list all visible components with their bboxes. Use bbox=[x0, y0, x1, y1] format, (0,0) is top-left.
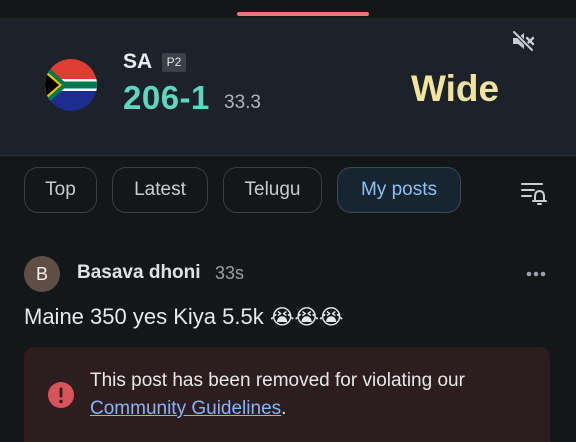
avatar[interactable]: B bbox=[24, 256, 60, 292]
warning-icon bbox=[47, 381, 75, 409]
tab-top[interactable]: Top bbox=[24, 167, 97, 213]
more-options-icon[interactable] bbox=[524, 266, 548, 277]
last-ball-event: Wide bbox=[411, 68, 500, 109]
tab-my-posts[interactable]: My posts bbox=[337, 167, 461, 213]
overs: 33.3 bbox=[224, 92, 261, 113]
community-guidelines-link[interactable]: Community Guidelines bbox=[90, 398, 281, 419]
post-timestamp: 33s bbox=[215, 263, 245, 283]
south-africa-flag-icon bbox=[45, 59, 97, 111]
phase-badge: P2 bbox=[162, 53, 186, 72]
team-code: SA bbox=[123, 50, 153, 73]
removed-period: . bbox=[281, 398, 287, 419]
feed-tabs: Top Latest Telugu My posts bbox=[0, 167, 576, 217]
post-text: Maine 350 yes Kiya 5.5k 😭😭😭 bbox=[24, 304, 343, 330]
tab-telugu[interactable]: Telugu bbox=[223, 167, 322, 213]
removed-message: This post has been removed for violating… bbox=[90, 370, 465, 391]
post-author[interactable]: Basava dhoni bbox=[77, 262, 201, 284]
post-text-content: Maine 350 yes Kiya 5.5k bbox=[24, 304, 264, 329]
removed-notice: This post has been removed for violating… bbox=[24, 347, 550, 442]
top-accent-bar bbox=[237, 12, 369, 16]
mute-icon[interactable] bbox=[511, 30, 535, 52]
score: 206-1 bbox=[123, 79, 210, 116]
removed-notice-text: This post has been removed for violating… bbox=[90, 367, 530, 423]
filter-icon[interactable] bbox=[520, 179, 548, 207]
crying-emoji: 😭😭😭 bbox=[269, 306, 344, 329]
tab-latest[interactable]: Latest bbox=[112, 167, 208, 213]
